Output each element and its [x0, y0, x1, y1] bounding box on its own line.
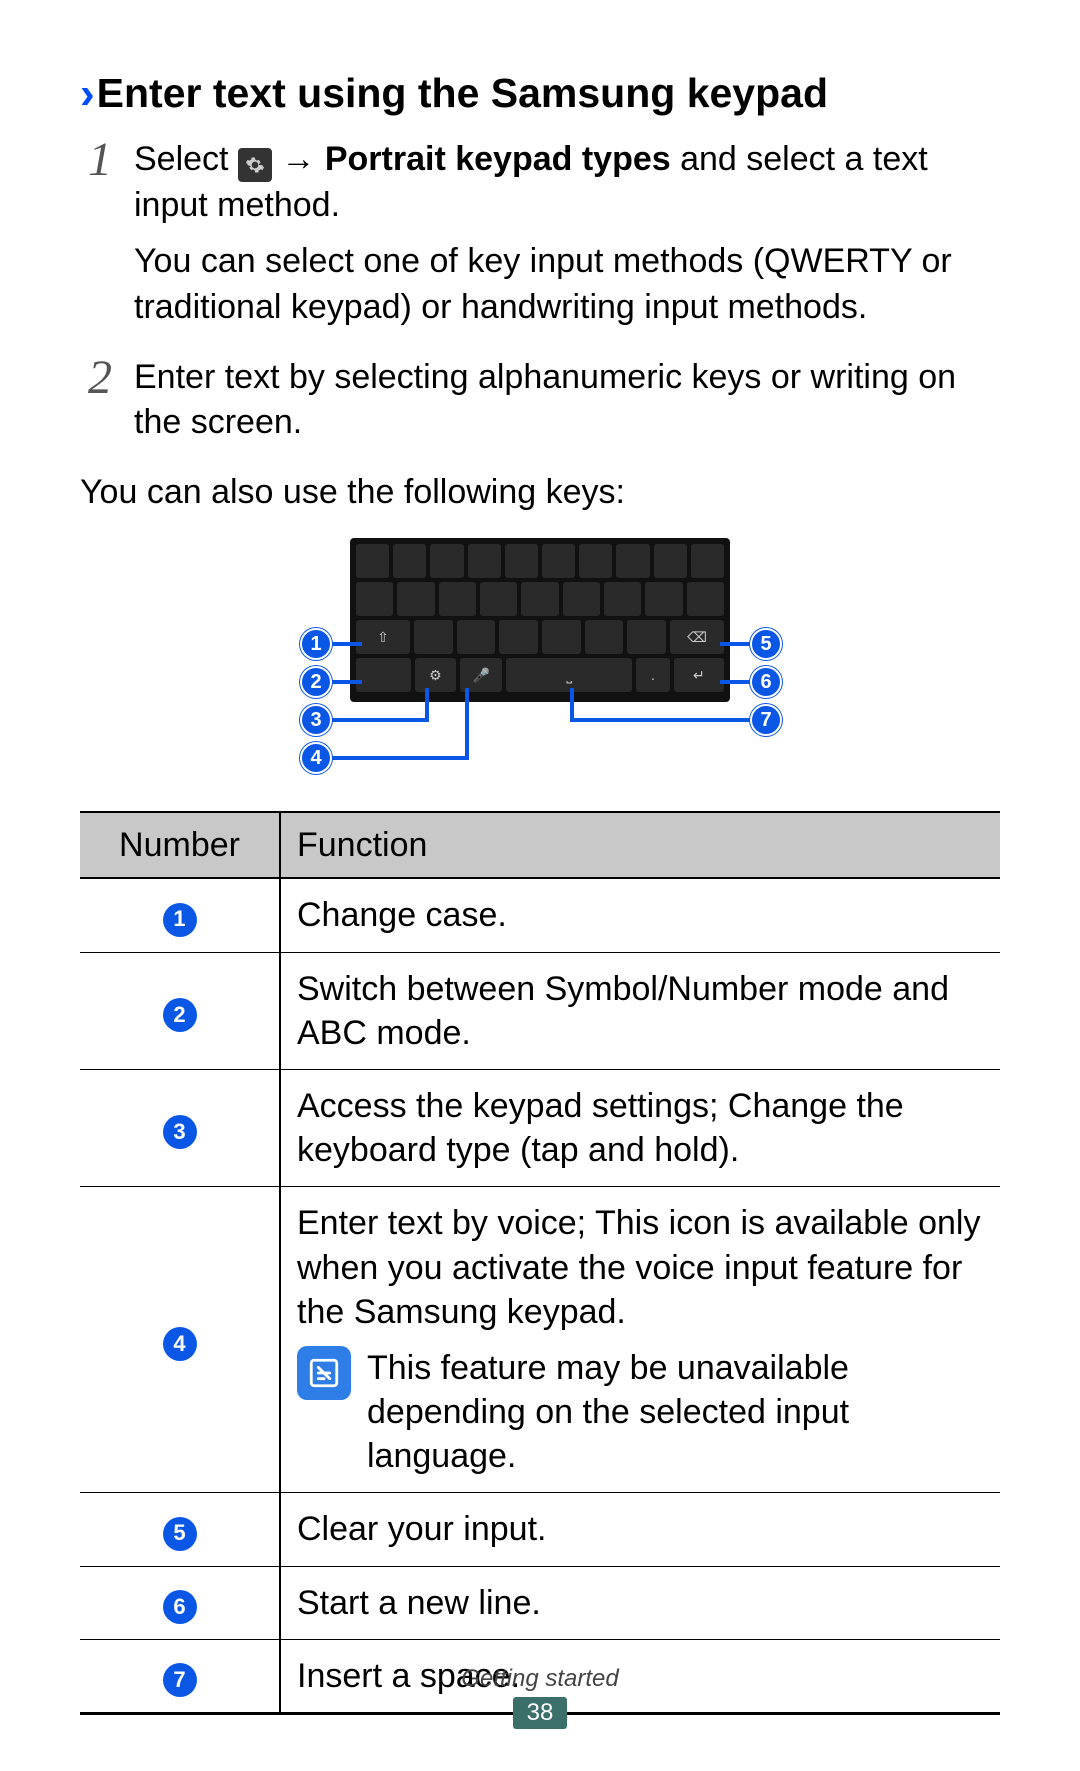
function-text: Change case.: [280, 878, 1000, 952]
number-badge-icon: 6: [163, 1590, 197, 1624]
shift-key-icon: ⇧: [356, 620, 410, 654]
table-row: 2 Switch between Symbol/Number mode and …: [80, 952, 1000, 1069]
space-key-icon: ⎵: [506, 658, 632, 692]
step-text: Enter text by selecting alphanumeric key…: [134, 355, 1000, 447]
function-text: Start a new line.: [280, 1566, 1000, 1639]
footer-page-number: 38: [513, 1697, 568, 1729]
callout-4-icon: 4: [300, 742, 332, 774]
lead-text: You can also use the following keys:: [80, 470, 1000, 516]
function-text: Switch between Symbol/Number mode and AB…: [280, 952, 1000, 1069]
table-row: 5 Clear your input.: [80, 1493, 1000, 1566]
callout-3-icon: 3: [300, 704, 332, 736]
callout-7-icon: 7: [750, 704, 782, 736]
note-text: This feature may be unavailable dependin…: [367, 1346, 984, 1479]
step-body: Select → Portrait keypad types and selec…: [134, 137, 1000, 341]
step-number: 2: [84, 355, 116, 457]
step-body: Enter text by selecting alphanumeric key…: [134, 355, 1000, 457]
table-row: 3 Access the keypad settings; Change the…: [80, 1069, 1000, 1186]
function-text: Enter text by voice; This icon is availa…: [297, 1201, 984, 1334]
function-text: Clear your input.: [280, 1493, 1000, 1566]
step-bold: Portrait keypad types: [325, 140, 671, 178]
table-header-number: Number: [80, 812, 280, 878]
table-row: 1 Change case.: [80, 878, 1000, 952]
enter-key-icon: ↵: [674, 658, 724, 692]
step-extra: You can select one of key input methods …: [134, 239, 1000, 331]
callout-6-icon: 6: [750, 666, 782, 698]
function-table: Number Function 1 Change case. 2 Switch …: [80, 811, 1000, 1715]
step-number: 1: [84, 137, 116, 341]
table-row: 4 Enter text by voice; This icon is avai…: [80, 1187, 1000, 1493]
step-1: 1 Select → Portrait keypad types and sel…: [80, 137, 1000, 341]
callout-2-icon: 2: [300, 666, 332, 698]
section-heading: › Enter text using the Samsung keypad: [80, 70, 1000, 117]
step-pre: Select: [134, 140, 229, 178]
function-text: Access the keypad settings; Change the k…: [280, 1069, 1000, 1186]
number-badge-icon: 3: [163, 1115, 197, 1149]
number-badge-icon: 5: [163, 1517, 197, 1551]
backspace-key-icon: ⌫: [670, 620, 724, 654]
number-badge-icon: 4: [163, 1327, 197, 1361]
arrow-icon: →: [281, 140, 315, 178]
note: This feature may be unavailable dependin…: [297, 1346, 984, 1479]
note-icon: [297, 1346, 351, 1400]
callout-5-icon: 5: [750, 628, 782, 660]
footer-section: Getting started: [0, 1665, 1080, 1693]
table-header-function: Function: [280, 812, 1000, 878]
callout-1-icon: 1: [300, 628, 332, 660]
page-footer: Getting started 38: [0, 1665, 1080, 1729]
keypad: ⇧ ⌫ ⚙ 🎤 ⎵ . ↵: [350, 538, 730, 702]
number-badge-icon: 1: [163, 903, 197, 937]
number-badge-icon: 2: [163, 998, 197, 1032]
chevron-icon: ›: [80, 72, 89, 116]
mic-key-icon: 🎤: [460, 658, 502, 692]
step-2: 2 Enter text by selecting alphanumeric k…: [80, 355, 1000, 457]
table-row: 6 Start a new line.: [80, 1566, 1000, 1639]
gear-icon: [238, 148, 272, 182]
keypad-illustration: ⇧ ⌫ ⚙ 🎤 ⎵ . ↵ 1 2 3 4 5 6: [80, 538, 1000, 783]
settings-key-icon: ⚙: [415, 658, 457, 692]
heading-text: Enter text using the Samsung keypad: [97, 70, 828, 117]
